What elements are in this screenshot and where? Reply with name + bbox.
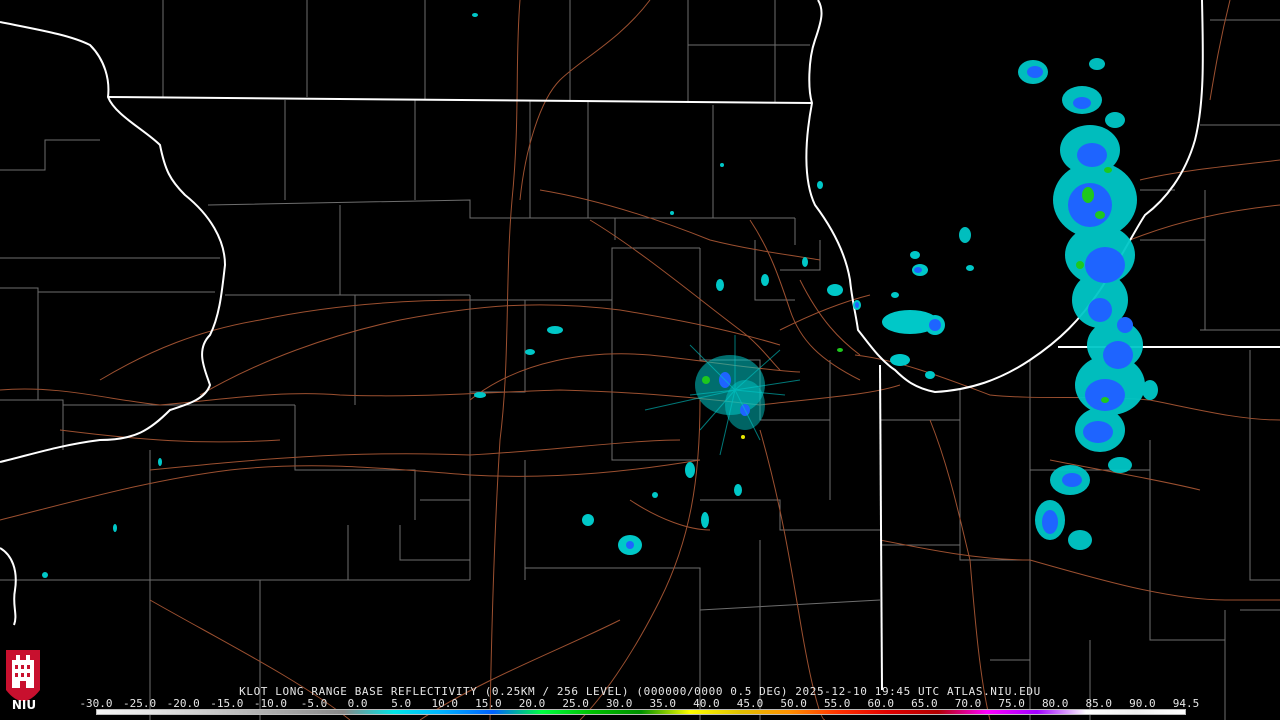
radar-map: [0, 0, 1280, 720]
logo-label: NIU: [11, 698, 37, 712]
color-scale-labels: -30.0 -25.0 -20.0 -15.0 -10.0 -5.0 0.0 5.0 10.0 1…: [79, 697, 1199, 710]
color-scale-bar: [96, 709, 1186, 715]
